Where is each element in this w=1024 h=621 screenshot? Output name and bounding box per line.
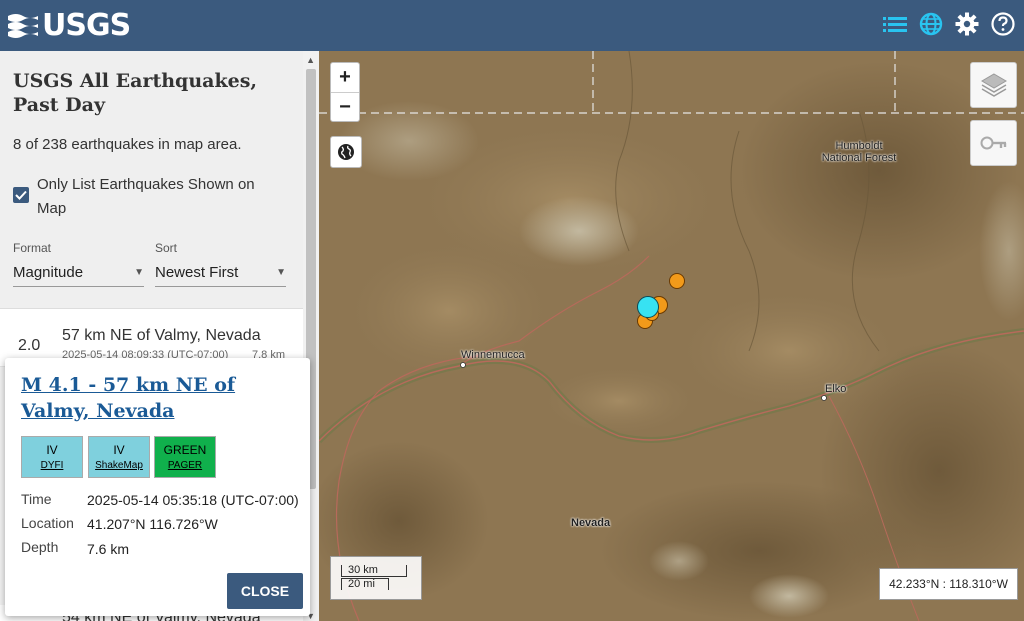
globe-icon[interactable] [918,11,944,37]
only-list-label[interactable]: Only List Earthquakes Shown on Map [37,173,287,221]
page-title: USGS All Earthquakes, Past Day [13,70,258,116]
format-select[interactable]: Magnitude ▼ [13,259,144,287]
chevron-down-icon: ▼ [134,267,144,278]
format-label: Format [13,241,52,255]
scale-km: 30 km [341,565,407,577]
label-nevada: Nevada [571,517,611,529]
help-icon[interactable] [990,11,1016,37]
format-value: Magnitude [13,264,84,281]
shakemap-label: ShakeMap [95,460,143,471]
world-view-button[interactable] [330,136,362,168]
earthquake-count: 8 of 238 earthquakes in map area. [13,136,242,153]
globe-icon [338,144,354,160]
logo-text: USGS [42,7,131,43]
scale-mi: 20 mi [341,578,389,590]
location-value: 41.207°N 116.726°W [87,516,218,532]
dyfi-value: IV [46,443,58,457]
pager-badge[interactable]: GREEN PAGER [154,436,216,478]
location-label: Location [21,515,74,531]
pager-label: PAGER [167,460,203,471]
gear-icon[interactable] [954,11,980,37]
place: 57 km NE of Valmy, Nevada [62,327,261,344]
dyfi-label: DYFI [40,460,64,471]
time-value: 2025-05-14 05:35:18 (UTC-07:00) [87,492,299,508]
label-humboldt-national-forest: Humboldt National Forest [821,140,897,164]
sort-value: Newest First [155,264,239,281]
key-icon [980,136,1006,150]
sort-select[interactable]: Newest First ▼ [155,259,286,287]
satellite-terrain [319,51,1024,621]
usgs-logo[interactable]: USGS [8,7,131,43]
usgs-wave-icon [8,14,38,38]
label-elko: Elko [825,383,847,395]
app-header: USGS [0,0,1024,51]
zoom-control: + − [330,62,360,122]
earthquake-marker[interactable] [669,273,685,289]
dyfi-badge[interactable]: IV DYFI [21,436,83,478]
sort-label: Sort [155,241,178,255]
layers-icon [980,73,1007,97]
zoom-out-button[interactable]: − [331,92,359,121]
scroll-up-icon[interactable]: ▲ [306,55,315,65]
only-list-checkbox[interactable] [13,187,29,203]
chevron-down-icon: ▼ [276,267,286,278]
time-label: Time [21,491,52,507]
label-winnemucca: Winnemucca [461,349,525,361]
shakemap-value: IV [113,443,125,457]
event-title-link[interactable]: M 4.1 - 57 km NE of Valmy, Nevada [21,372,301,424]
event-popup: M 4.1 - 57 km NE of Valmy, Nevada IV DYF… [5,358,310,616]
close-button[interactable]: CLOSE [227,573,303,609]
sidebar-settings: USGS All Earthquakes, Past Day 8 of 238 … [0,51,303,309]
pager-value: GREEN [163,443,207,457]
depth-value: 7.6 km [87,541,130,557]
depth-label: Depth [21,539,59,555]
selected-earthquake-marker[interactable] [637,296,659,318]
coordinate-readout: 42.233°N : 118.310°W [879,568,1018,600]
checkmark-icon [15,190,27,200]
legend-button[interactable] [970,120,1017,166]
map[interactable]: Humboldt National Forest Winnemucca Elko… [319,51,1024,621]
zoom-in-button[interactable]: + [331,63,359,92]
magnitude: 2.0 [18,337,41,354]
map-scale: 30 km 20 mi [330,556,422,600]
shakemap-badge[interactable]: IV ShakeMap [88,436,150,478]
layers-button[interactable] [970,62,1017,108]
list-icon[interactable] [882,11,908,37]
